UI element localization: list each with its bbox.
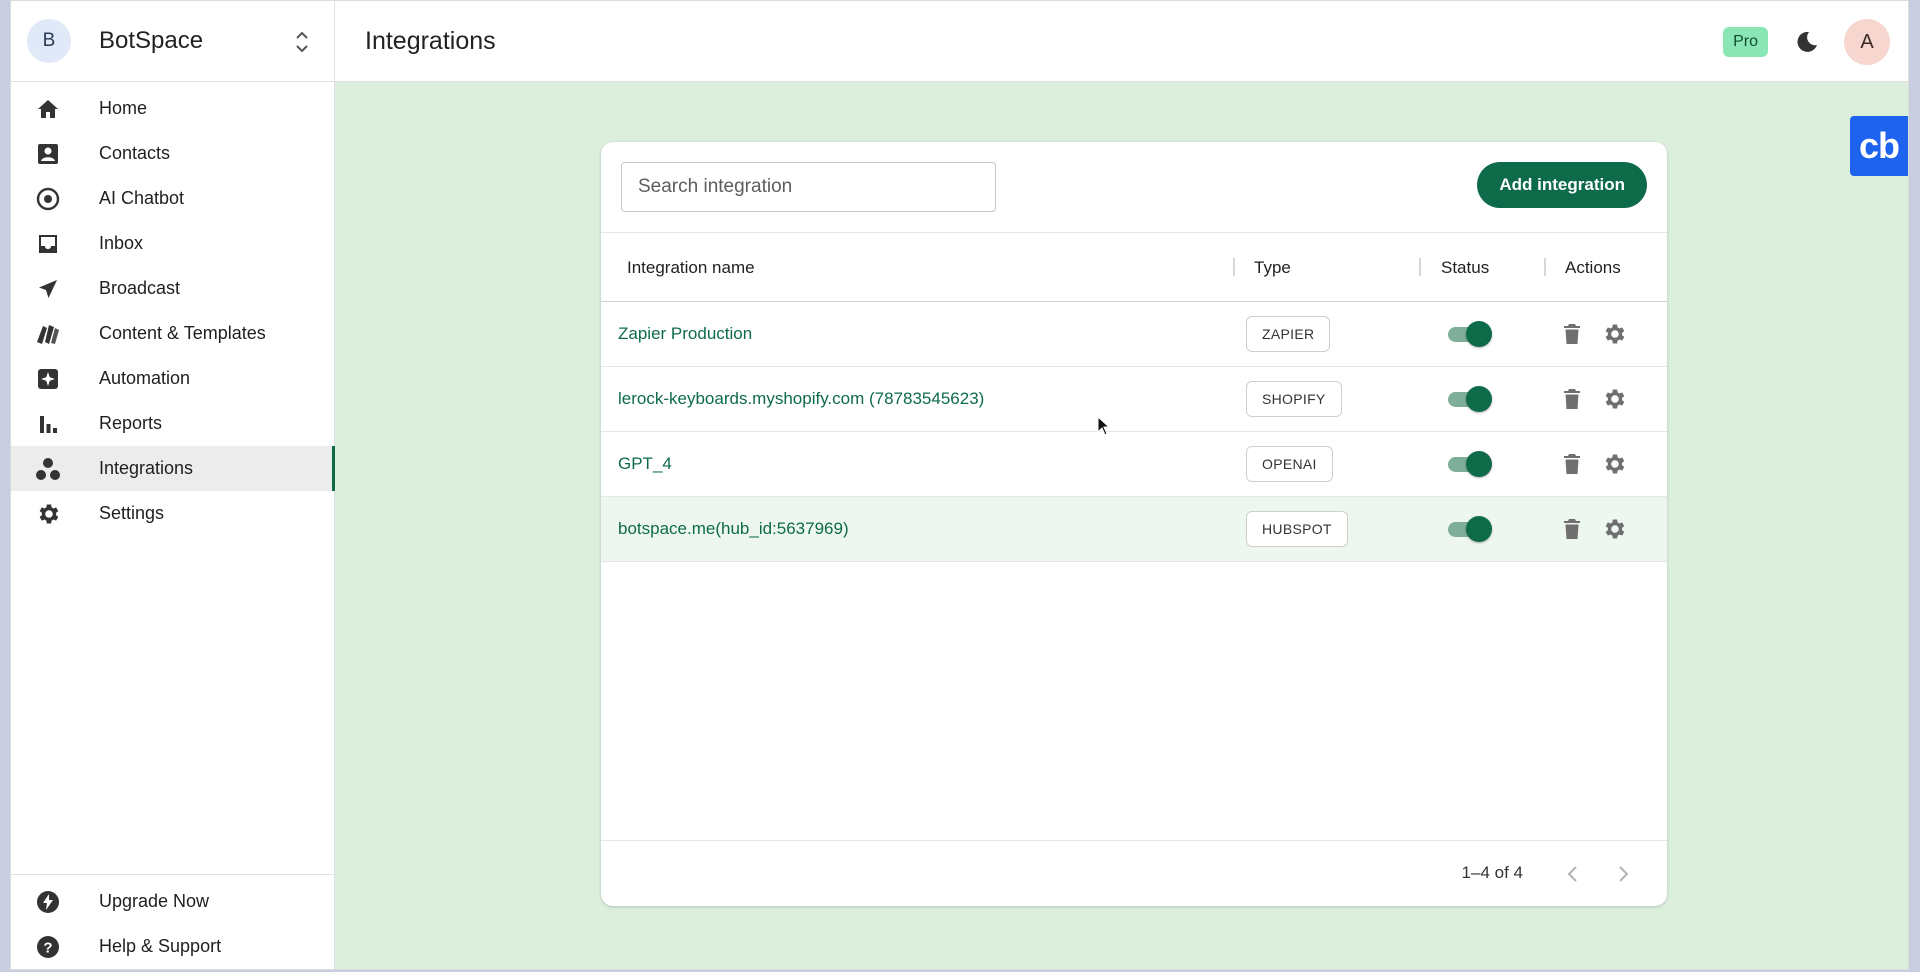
- integrations-card: Add integration Integration name Type St…: [601, 142, 1667, 906]
- sidebar-item-help-support[interactable]: ? Help & Support: [11, 924, 334, 969]
- status-toggle[interactable]: [1446, 321, 1492, 347]
- sidebar-item-home[interactable]: Home: [11, 86, 334, 131]
- integration-name-link[interactable]: GPT_4: [618, 454, 672, 474]
- toggle-thumb: [1466, 451, 1492, 477]
- column-separator[interactable]: [1233, 258, 1235, 276]
- sidebar-item-integrations[interactable]: Integrations: [11, 446, 335, 491]
- sidebar-item-label: Broadcast: [99, 278, 181, 298]
- sidebar-item-broadcast[interactable]: Broadcast: [11, 266, 334, 311]
- help-icon: ?: [33, 932, 63, 962]
- integration-name-link[interactable]: lerock-keyboards.myshopify.com (78783545…: [618, 389, 984, 409]
- main-content: cb Add integration Integration name Type…: [335, 82, 1908, 969]
- search-input[interactable]: [621, 162, 996, 212]
- workspace-avatar: B: [27, 19, 71, 63]
- column-header-integration-name[interactable]: Integration name: [627, 233, 755, 302]
- sidebar-item-contacts[interactable]: Contacts: [11, 131, 334, 176]
- settings-gear-icon[interactable]: [1600, 320, 1628, 348]
- automation-icon: [33, 364, 63, 394]
- column-header-actions: Actions: [1565, 257, 1621, 277]
- gear-icon: [33, 499, 63, 529]
- bar-chart-icon: [33, 409, 63, 439]
- settings-gear-icon[interactable]: [1600, 385, 1628, 413]
- dark-mode-icon[interactable]: [1792, 27, 1822, 57]
- sidebar-item-label: Automation: [99, 368, 191, 388]
- sidebar-item-label: Home: [99, 98, 148, 118]
- templates-icon: [33, 319, 63, 349]
- column-separator[interactable]: [1419, 258, 1421, 276]
- sidebar-item-label: AI Chatbot: [99, 188, 185, 208]
- settings-gear-icon[interactable]: [1600, 515, 1628, 543]
- sidebar-item-label: Settings: [99, 503, 165, 523]
- table-row[interactable]: GPT_4 OPENAI: [601, 432, 1667, 497]
- type-chip: HUBSPOT: [1246, 511, 1348, 547]
- sidebar-item-inbox[interactable]: Inbox: [11, 221, 334, 266]
- workspace-name: BotSpace: [99, 27, 204, 54]
- type-chip: ZAPIER: [1246, 316, 1331, 352]
- mouse-cursor-icon: [1097, 415, 1111, 441]
- card-toolbar: Add integration: [601, 142, 1667, 233]
- sidebar-item-reports[interactable]: Reports: [11, 401, 334, 446]
- delete-icon[interactable]: [1558, 385, 1586, 413]
- add-integration-button[interactable]: Add integration: [1477, 162, 1647, 208]
- sidebar-item-settings[interactable]: Settings: [11, 491, 334, 536]
- toggle-thumb: [1466, 516, 1492, 542]
- integrations-icon: [33, 454, 63, 484]
- top-bar: Integrations Pro A: [335, 1, 1908, 82]
- page-title: Integrations: [365, 26, 496, 55]
- send-icon: [33, 274, 63, 304]
- sidebar-item-label: Help & Support: [99, 936, 222, 956]
- delete-icon[interactable]: [1558, 515, 1586, 543]
- table-row[interactable]: lerock-keyboards.myshopify.com (78783545…: [601, 367, 1667, 432]
- user-avatar[interactable]: A: [1844, 19, 1890, 65]
- sidebar-footer: Upgrade Now ? Help & Support: [11, 874, 334, 969]
- toggle-thumb: [1466, 386, 1492, 412]
- sidebar-item-ai-chatbot[interactable]: AI Chatbot: [11, 176, 334, 221]
- table-header: Integration name Type Status Actions: [601, 233, 1667, 302]
- home-icon: [33, 94, 63, 124]
- status-toggle[interactable]: [1446, 386, 1492, 412]
- chevron-left-icon[interactable]: [1559, 860, 1587, 888]
- sidebar-item-automation[interactable]: Automation: [11, 356, 334, 401]
- integration-name-link[interactable]: Zapier Production: [618, 324, 752, 344]
- workspace-switcher[interactable]: B BotSpace: [11, 1, 334, 82]
- sidebar-item-label: Inbox: [99, 233, 144, 253]
- sidebar-item-label: Content & Templates: [99, 323, 266, 343]
- column-header-status[interactable]: Status: [1441, 233, 1489, 302]
- chevron-right-icon[interactable]: [1609, 860, 1637, 888]
- type-chip: OPENAI: [1246, 446, 1333, 482]
- pagination-range: 1–4 of 4: [1461, 863, 1523, 882]
- plan-badge[interactable]: Pro: [1723, 27, 1768, 57]
- table-pagination: 1–4 of 4: [601, 840, 1667, 906]
- bolt-icon: [33, 887, 63, 917]
- status-toggle[interactable]: [1446, 451, 1492, 477]
- ai-chatbot-icon: [33, 184, 63, 214]
- delete-icon[interactable]: [1558, 450, 1586, 478]
- sidebar-item-label: Contacts: [99, 143, 171, 163]
- table-row[interactable]: botspace.me(hub_id:5637969) HUBSPOT: [601, 497, 1667, 562]
- inbox-icon: [33, 229, 63, 259]
- app-window: B BotSpace Home Contacts AI Chatbot Inbo…: [10, 0, 1909, 970]
- delete-icon[interactable]: [1558, 320, 1586, 348]
- sidebar-item-label: Reports: [99, 413, 163, 433]
- unfold-icon[interactable]: [292, 27, 312, 57]
- sidebar: B BotSpace Home Contacts AI Chatbot Inbo…: [11, 1, 335, 969]
- sidebar-item-upgrade-now[interactable]: Upgrade Now: [11, 879, 334, 924]
- column-separator[interactable]: [1544, 258, 1546, 276]
- sidebar-item-content-templates[interactable]: Content & Templates: [11, 311, 334, 356]
- settings-gear-icon[interactable]: [1600, 450, 1628, 478]
- integration-name-link[interactable]: botspace.me(hub_id:5637969): [618, 519, 849, 539]
- status-toggle[interactable]: [1446, 516, 1492, 542]
- header-actions: Pro A: [1723, 19, 1890, 65]
- type-chip: SHOPIFY: [1246, 381, 1342, 417]
- table-row[interactable]: Zapier Production ZAPIER: [601, 302, 1667, 367]
- column-header-type[interactable]: Type: [1254, 233, 1291, 302]
- contacts-icon: [33, 139, 63, 169]
- sidebar-item-label: Integrations: [99, 458, 194, 478]
- sidebar-item-label: Upgrade Now: [99, 891, 210, 911]
- sidebar-nav: Home Contacts AI Chatbot Inbox Broadcast…: [11, 82, 335, 536]
- svg-text:?: ?: [43, 939, 52, 956]
- toggle-thumb: [1466, 321, 1492, 347]
- cb-widget-button[interactable]: cb: [1850, 116, 1908, 176]
